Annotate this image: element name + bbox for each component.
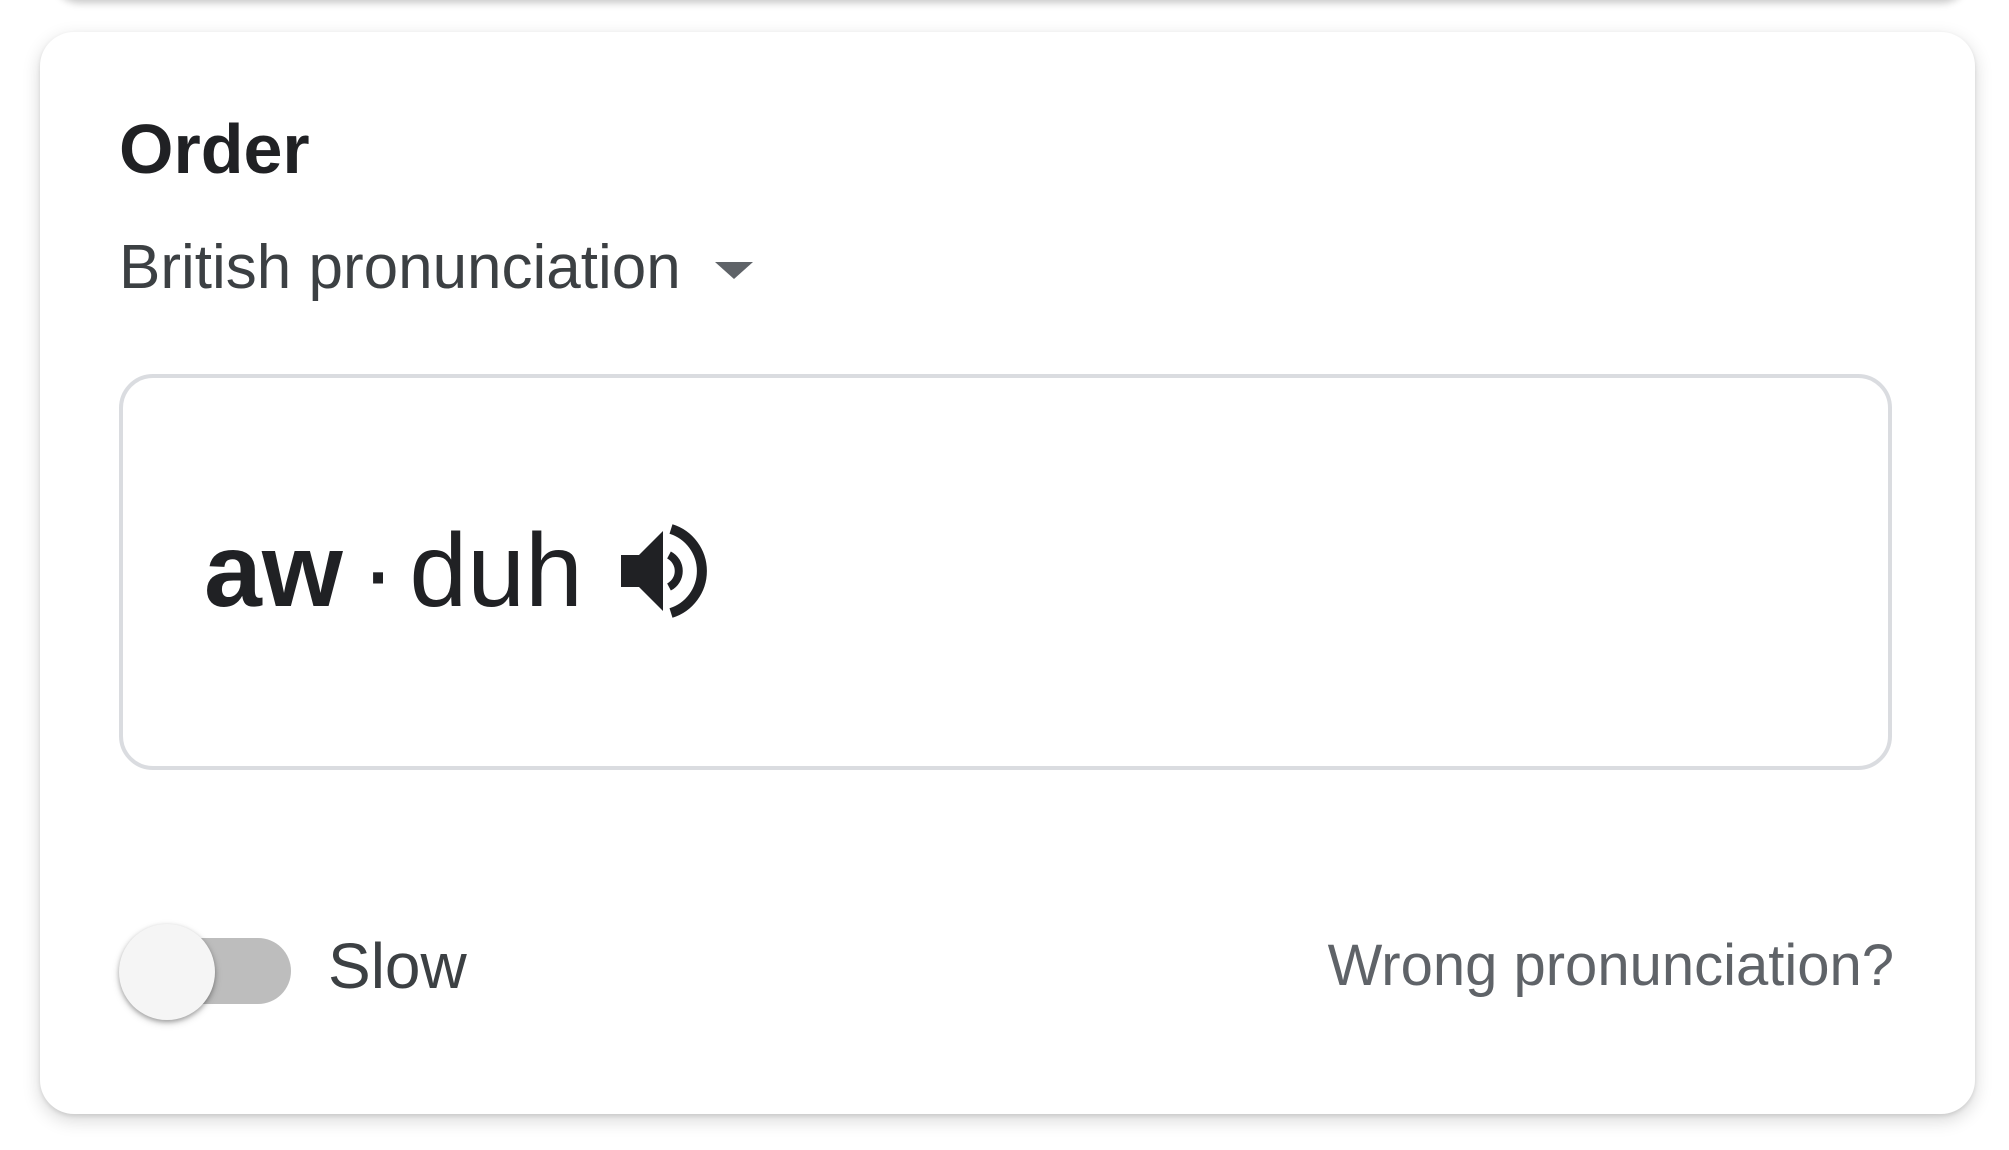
speaker-volume-icon[interactable] <box>617 523 709 619</box>
slow-label: Slow <box>328 930 467 1002</box>
syllable-separator: · <box>360 513 396 629</box>
caret-down-icon <box>714 261 753 279</box>
stressed-syllable: aw <box>204 513 343 629</box>
phonetic-spelling: aw · duh <box>204 506 709 636</box>
unstressed-syllable: duh <box>409 513 583 629</box>
pronunciation-card: Order British pronunciation aw · duh Slo… <box>40 32 1975 1114</box>
slow-toggle-thumb <box>119 924 215 1020</box>
wrong-pronunciation-link[interactable]: Wrong pronunciation? <box>1328 937 1894 995</box>
slow-toggle[interactable] <box>119 912 301 1022</box>
accent-dropdown[interactable]: British pronunciation <box>119 228 753 308</box>
page: Order British pronunciation aw · duh Slo… <box>0 0 2009 1150</box>
accent-dropdown-label: British pronunciation <box>119 233 681 302</box>
word-title: Order <box>119 110 310 188</box>
pronunciation-box: aw · duh <box>119 374 1892 770</box>
